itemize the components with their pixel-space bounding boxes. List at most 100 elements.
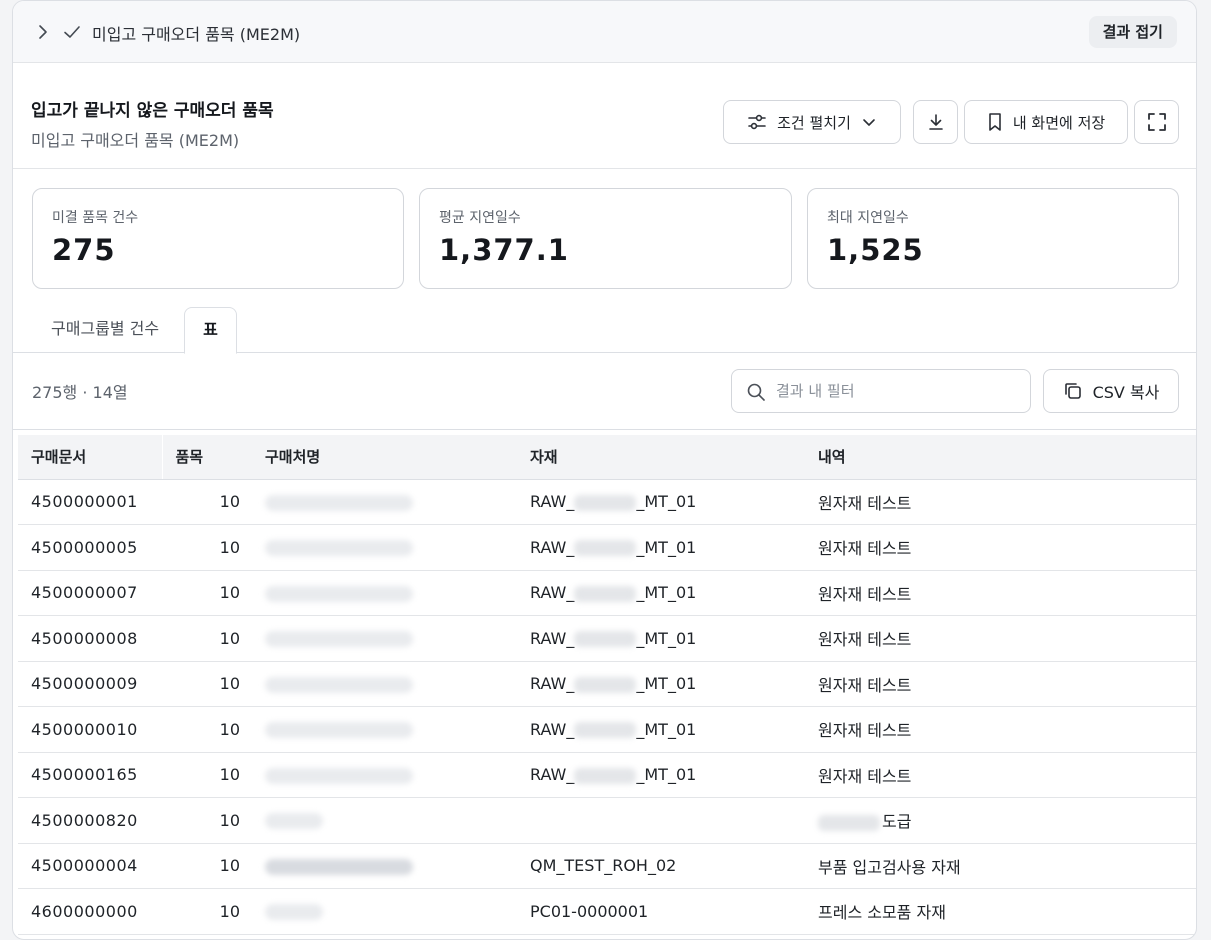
- table-row[interactable]: 4500000001 10 RAW_ _MT_01 원자재 테스트: [18, 479, 1196, 525]
- copy-icon: [1064, 383, 1081, 399]
- redacted-material: [574, 585, 637, 602]
- chevron-down-icon: [863, 119, 875, 126]
- expand-conditions-button[interactable]: 조건 펼치기: [723, 100, 901, 144]
- material-suffix: _MT_01: [636, 583, 697, 603]
- cell-material: RAW_ _MT_01: [517, 706, 805, 753]
- cell-item: 10: [162, 661, 252, 707]
- cell-description: 도급: [805, 797, 1196, 844]
- cell-material: RAW_ _MT_01: [517, 615, 805, 662]
- table-row[interactable]: 4500000007 10 RAW_ _MT_01 원자재 테스트: [18, 570, 1196, 616]
- redacted-vendor: [265, 676, 413, 693]
- cell-material: QM_TEST_ROH_02: [517, 843, 805, 889]
- result-table-container: 구매문서 품목 구매처명 자재 내역 4500000001 10 RAW_ _MT_0…: [13, 429, 1196, 935]
- cell-material: RAW_ _MT_01: [517, 524, 805, 571]
- cell-description: 원자재 테스트: [805, 752, 1196, 798]
- fullscreen-button[interactable]: [1134, 100, 1179, 144]
- cell-vendor: [252, 570, 517, 616]
- cell-description: 원자재 테스트: [805, 661, 1196, 707]
- cell-vendor: [252, 752, 517, 798]
- save-label: 내 화면에 저장: [1012, 113, 1106, 132]
- result-table: 구매문서 품목 구매처명 자재 내역 4500000001 10 RAW_ _MT_0…: [18, 435, 1196, 935]
- cell-description: 원자재 테스트: [805, 570, 1196, 616]
- save-to-my-screen-button[interactable]: 내 화면에 저장: [964, 100, 1128, 144]
- table-row[interactable]: 4600000000 10 PC01-0000001 프레스 소모품 자재: [18, 888, 1196, 935]
- redacted-vendor: [265, 494, 413, 511]
- cell-item: 10: [162, 570, 252, 616]
- cell-description: 원자재 테스트: [805, 524, 1196, 571]
- kpi-max-delay: 최대 지연일수 1,525: [807, 188, 1179, 289]
- cell-description: 프레스 소모품 자재: [805, 888, 1196, 935]
- cell-item: 10: [162, 706, 252, 753]
- cell-item: 10: [162, 479, 252, 525]
- material-prefix: RAW_: [530, 765, 575, 785]
- redacted-material: [574, 767, 637, 784]
- cell-material: RAW_ _MT_01: [517, 752, 805, 798]
- description-text: 프레스 소모품 자재: [818, 903, 946, 923]
- cell-item: 10: [162, 888, 252, 935]
- material-prefix: RAW_: [530, 674, 575, 694]
- table-row[interactable]: 4500000010 10 RAW_ _MT_01 원자재 테스트: [18, 706, 1196, 753]
- cell-vendor: [252, 615, 517, 662]
- column-header-description[interactable]: 내역: [805, 435, 1196, 480]
- table-header-row: 구매문서 품목 구매처명 자재 내역: [18, 435, 1196, 480]
- material-suffix: _MT_01: [636, 765, 697, 785]
- view-tabs: 구매그룹별 건수 표: [13, 307, 1196, 354]
- chevron-right-icon[interactable]: [35, 23, 51, 41]
- redacted-material: [574, 631, 637, 648]
- copy-csv-button[interactable]: CSV 복사: [1043, 369, 1179, 413]
- column-header-vendor[interactable]: 구매처명: [252, 435, 517, 480]
- search-icon: [747, 383, 765, 401]
- table-row[interactable]: 4500000820 10 도급: [18, 797, 1196, 844]
- column-header-material[interactable]: 자재: [517, 435, 805, 480]
- redacted-material: [574, 722, 637, 739]
- result-filter[interactable]: [731, 369, 1031, 413]
- cell-material: RAW_ _MT_01: [517, 479, 805, 525]
- download-button[interactable]: [913, 100, 958, 144]
- cell-doc: 4500000010: [18, 706, 162, 753]
- cell-doc: 4500000820: [18, 797, 162, 844]
- material-suffix: _MT_01: [636, 492, 697, 512]
- cell-vendor: [252, 479, 517, 525]
- cell-doc: 4500000009: [18, 661, 162, 707]
- collapse-results-button[interactable]: 결과 접기: [1088, 16, 1177, 48]
- description-text: 원자재 테스트: [818, 539, 912, 559]
- material-prefix: PC01-0000001: [530, 901, 649, 921]
- cell-vendor: [252, 524, 517, 571]
- report-header: 입고가 끝나지 않은 구매오더 품목 미입고 구매오더 품목 (ME2M) 조건…: [13, 63, 1196, 169]
- result-card: 미입고 구매오더 품목 (ME2M) 결과 접기 입고가 끝나지 않은 구매오더…: [12, 0, 1197, 940]
- cell-material: RAW_ _MT_01: [517, 661, 805, 707]
- material-prefix: RAW_: [530, 492, 575, 512]
- kpi-value: 275: [52, 233, 116, 267]
- material-suffix: _MT_01: [636, 628, 697, 648]
- filter-input[interactable]: [776, 378, 1016, 404]
- cell-doc: 4500000008: [18, 615, 162, 662]
- bookmark-icon: [989, 113, 1001, 131]
- cell-doc: 4500000005: [18, 524, 162, 571]
- tab-purchase-group-count[interactable]: 구매그룹별 건수: [51, 307, 159, 353]
- table-row[interactable]: 4500000005 10 RAW_ _MT_01 원자재 테스트: [18, 524, 1196, 571]
- table-row[interactable]: 4500000009 10 RAW_ _MT_01 원자재 테스트: [18, 661, 1196, 707]
- cell-description: 부품 입고검사용 자재: [805, 843, 1196, 889]
- description-text: 원자재 테스트: [818, 584, 912, 604]
- cell-vendor: [252, 706, 517, 753]
- redacted-vendor: [265, 858, 413, 875]
- redacted-material: [574, 540, 637, 557]
- tab-table[interactable]: 표: [184, 307, 237, 354]
- column-header-item[interactable]: 품목: [161, 435, 252, 480]
- table-row[interactable]: 4500000008 10 RAW_ _MT_01 원자재 테스트: [18, 615, 1196, 662]
- cell-item: 10: [162, 843, 252, 889]
- redacted-description: [818, 814, 880, 831]
- kpi-label: 미결 품목 건수: [52, 210, 139, 226]
- cell-vendor: [252, 888, 517, 935]
- cell-description: 원자재 테스트: [805, 479, 1196, 525]
- cell-description: 원자재 테스트: [805, 706, 1196, 753]
- cell-doc: 4500000004: [18, 843, 162, 889]
- kpi-label: 최대 지연일수: [827, 210, 909, 226]
- table-row[interactable]: 4500000165 10 RAW_ _MT_01 원자재 테스트: [18, 752, 1196, 798]
- download-icon: [928, 114, 943, 130]
- cell-item: 10: [162, 797, 252, 844]
- expand-conditions-label: 조건 펼치기: [777, 113, 851, 132]
- table-row[interactable]: 4500000004 10 QM_TEST_ROH_02 부품 입고검사용 자재: [18, 843, 1196, 889]
- column-header-doc[interactable]: 구매문서: [18, 435, 162, 480]
- cell-doc: 4500000165: [18, 752, 162, 798]
